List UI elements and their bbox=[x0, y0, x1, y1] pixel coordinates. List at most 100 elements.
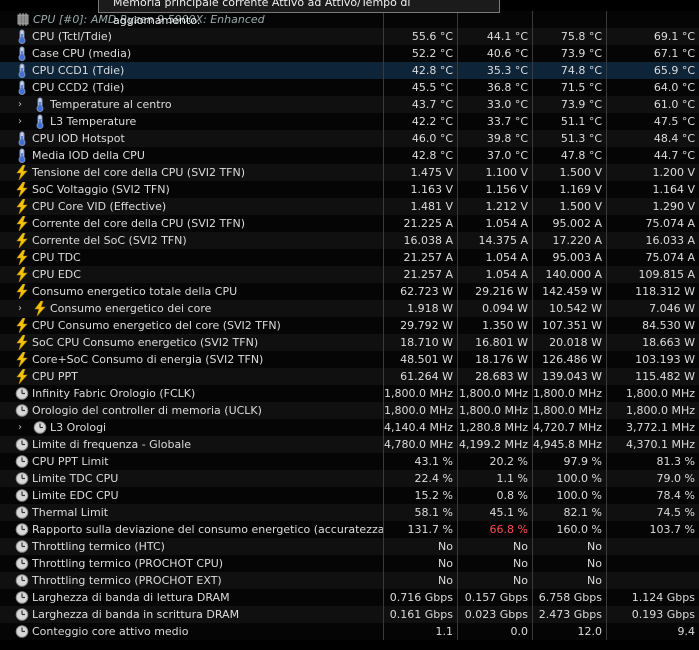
sensor-name: CPU PPT Limit bbox=[32, 455, 109, 468]
value-current: 15.2 % bbox=[383, 487, 457, 504]
sensor-row[interactable]: CPU PPT Limit 43.1 % 20.2 % 97.9 % 81.3 % bbox=[0, 453, 699, 470]
sensor-row[interactable]: Throttling termico (PROCHOT CPU) No No No bbox=[0, 555, 699, 572]
sensor-name: Limite EDC CPU bbox=[32, 489, 119, 502]
value-min: 28.683 W bbox=[457, 368, 532, 385]
sensor-name: CPU TDC bbox=[32, 251, 81, 264]
value-avg: 44.7 °C bbox=[606, 147, 699, 164]
sensor-name: CPU Core VID (Effective) bbox=[32, 200, 167, 213]
clock-icon bbox=[33, 420, 47, 435]
sensor-name-cell: › L3 Orologi bbox=[0, 419, 383, 436]
value-max: 1,800.0 MHz bbox=[532, 385, 606, 402]
value-min: 66.8 % bbox=[457, 521, 532, 538]
sensor-name-cell: › Consumo energetico dei core bbox=[0, 300, 383, 317]
sensor-row[interactable]: Case CPU (media) 52.2 °C 40.6 °C 73.9 °C 67.… bbox=[0, 45, 699, 62]
sensor-row[interactable]: › Consumo energetico dei core 1.918 W 0.094… bbox=[0, 300, 699, 317]
sensor-row[interactable]: CPU CCD2 (Tdie) 45.5 °C 36.8 °C 71.5 °C 64.0… bbox=[0, 79, 699, 96]
value-min: 1,800.0 MHz bbox=[457, 402, 532, 419]
sensor-row[interactable]: SoC CPU Consumo energetico (SVI2 TFN) 18.… bbox=[0, 334, 699, 351]
value-min: 35.3 °C bbox=[457, 62, 532, 79]
value-min: 29.216 W bbox=[457, 283, 532, 300]
sensor-name: Limite TDC CPU bbox=[32, 472, 119, 485]
value-max: 20.018 W bbox=[532, 334, 606, 351]
sensor-row[interactable]: Larghezza di banda di lettura DRAM 0.716 … bbox=[0, 589, 699, 606]
sensor-row[interactable]: Larghezza di banda in scrittura DRAM 0.16… bbox=[0, 606, 699, 623]
sensor-row[interactable]: CPU IOD Hotspot 46.0 °C 39.8 °C 51.3 °C 48.4… bbox=[0, 130, 699, 147]
sensor-row[interactable]: CPU PPT 61.264 W 28.683 W 139.043 W 115.482 … bbox=[0, 368, 699, 385]
group-header-row[interactable]: CPU [#0]: AMD Ryzen 9 5900X: Enhanced bbox=[0, 11, 699, 28]
value-avg: 4,370.1 MHz bbox=[606, 436, 699, 453]
sensor-row[interactable]: Thermal Limit 58.1 % 45.1 % 82.1 % 74.5 % bbox=[0, 504, 699, 521]
sensor-row[interactable]: CPU Consumo energetico del core (SVI2 TF… bbox=[0, 317, 699, 334]
value-max: 74.8 °C bbox=[532, 62, 606, 79]
sensor-row[interactable]: Conteggio core attivo medio 1.1 0.0 12.0 9.4 bbox=[0, 623, 699, 640]
sensor-name: Core+SoC Consumo di energia (SVI2 TFN) bbox=[32, 353, 264, 366]
sensor-row[interactable]: Throttling termico (HTC) No No No bbox=[0, 538, 699, 555]
value-min: 4,199.2 MHz bbox=[457, 436, 532, 453]
value-max: No bbox=[532, 555, 606, 572]
value-avg: 69.1 °C bbox=[606, 28, 699, 45]
sensor-name: Consumo energetico dei core bbox=[50, 302, 212, 315]
sensor-row[interactable]: Tensione del core della CPU (SVI2 TFN) 1.… bbox=[0, 164, 699, 181]
value-max: 6.758 Gbps bbox=[532, 589, 606, 606]
value-current: No bbox=[383, 572, 457, 589]
sensor-row[interactable]: Orologio del controller di memoria (UCLK… bbox=[0, 402, 699, 419]
value-avg: 109.815 A bbox=[606, 266, 699, 283]
sensor-name: Corrente del core della CPU (SVI2 TFN) bbox=[32, 217, 246, 230]
sensor-name-cell: Rapporto sulla deviazione del consumo en… bbox=[0, 521, 383, 538]
value-max: 1.500 V bbox=[532, 198, 606, 215]
value-current: 21.225 A bbox=[383, 215, 457, 232]
sensor-row[interactable]: CPU EDC 21.257 A 1.054 A 140.000 A 109.815 A bbox=[0, 266, 699, 283]
sensor-row[interactable]: CPU (Tctl/Tdie) 55.6 °C 44.1 °C 75.8 °C 69.1… bbox=[0, 28, 699, 45]
value-avg: 3,772.1 MHz bbox=[606, 419, 699, 436]
value-avg: 81.3 % bbox=[606, 453, 699, 470]
value-min: No bbox=[457, 555, 532, 572]
value-current: 0.161 Gbps bbox=[383, 606, 457, 623]
sensor-name-cell: CPU IOD Hotspot bbox=[0, 130, 383, 147]
sensor-row[interactable]: › L3 Orologi 4,140.4 MHz 1,280.8 MHz 4,720.7… bbox=[0, 419, 699, 436]
sensor-row[interactable]: Infinity Fabric Orologio (FCLK) 1,800.0 M… bbox=[0, 385, 699, 402]
sensor-row[interactable]: › Temperature al centro 43.7 °C 33.0 °C 73.9… bbox=[0, 96, 699, 113]
sensor-name-cell: Larghezza di banda in scrittura DRAM bbox=[0, 606, 383, 623]
sensor-row[interactable]: › L3 Temperature 42.2 °C 33.7 °C 51.1 °C 47.5… bbox=[0, 113, 699, 130]
sensor-name: Case CPU (media) bbox=[32, 47, 132, 60]
sensor-row[interactable]: CPU CCD1 (Tdie) 42.8 °C 35.3 °C 74.8 °C 65.9… bbox=[0, 62, 699, 79]
sensor-row[interactable]: CPU TDC 21.257 A 1.054 A 95.003 A 75.074 A bbox=[0, 249, 699, 266]
sensor-row[interactable]: Limite di frequenza - Globale 4,780.0 MHz… bbox=[0, 436, 699, 453]
value-min: 1.350 W bbox=[457, 317, 532, 334]
value-current: 16.038 A bbox=[383, 232, 457, 249]
value-max: No bbox=[532, 572, 606, 589]
sensor-row[interactable]: Throttling termico (PROCHOT EXT) No No No bbox=[0, 572, 699, 589]
sensor-row[interactable]: Rapporto sulla deviazione del consumo en… bbox=[0, 521, 699, 538]
value-max: 73.9 °C bbox=[532, 45, 606, 62]
sensor-row[interactable]: Corrente del SoC (SVI2 TFN) 16.038 A 14.37… bbox=[0, 232, 699, 249]
sensor-row[interactable]: Limite TDC CPU 22.4 % 1.1 % 100.0 % 79.0 % bbox=[0, 470, 699, 487]
expand-chevron-icon[interactable]: › bbox=[18, 113, 22, 130]
sensor-name-cell: Limite TDC CPU bbox=[0, 470, 383, 487]
sensor-row[interactable]: Consumo energetico totale della CPU 62.72… bbox=[0, 283, 699, 300]
value-max: 75.8 °C bbox=[532, 28, 606, 45]
clock-icon bbox=[15, 573, 29, 588]
expand-chevron-icon[interactable]: › bbox=[18, 300, 22, 317]
sensor-row[interactable]: CPU Core VID (Effective) 1.481 V 1.212 V 1.… bbox=[0, 198, 699, 215]
sensor-row[interactable]: SoC Voltaggio (SVI2 TFN) 1.163 V 1.156 V 1.… bbox=[0, 181, 699, 198]
sensor-name-cell: CPU PPT Limit bbox=[0, 453, 383, 470]
value-avg: 48.4 °C bbox=[606, 130, 699, 147]
value-min: 16.801 W bbox=[457, 334, 532, 351]
sensor-row[interactable]: Corrente del core della CPU (SVI2 TFN) 21… bbox=[0, 215, 699, 232]
sensor-row[interactable]: Core+SoC Consumo di energia (SVI2 TFN) 48… bbox=[0, 351, 699, 368]
value-min: No bbox=[457, 538, 532, 555]
value-min: 1.212 V bbox=[457, 198, 532, 215]
sensor-name-cell: CPU CCD2 (Tdie) bbox=[0, 79, 383, 96]
value-max: 47.8 °C bbox=[532, 147, 606, 164]
clock-icon bbox=[15, 386, 29, 401]
clock-icon bbox=[15, 522, 29, 537]
sensor-name-cell: › L3 Temperature bbox=[0, 113, 383, 130]
value-max: 107.351 W bbox=[532, 317, 606, 334]
sensor-row[interactable]: Limite EDC CPU 15.2 % 0.8 % 100.0 % 78.4 % bbox=[0, 487, 699, 504]
value-min: 45.1 % bbox=[457, 504, 532, 521]
expand-chevron-icon[interactable]: › bbox=[18, 96, 22, 113]
expand-chevron-icon[interactable]: › bbox=[18, 419, 22, 436]
value-avg: 1.290 V bbox=[606, 198, 699, 215]
sensor-name-cell: Corrente del SoC (SVI2 TFN) bbox=[0, 232, 383, 249]
sensor-row[interactable]: Media IOD della CPU 42.8 °C 37.0 °C 47.8 °C… bbox=[0, 147, 699, 164]
